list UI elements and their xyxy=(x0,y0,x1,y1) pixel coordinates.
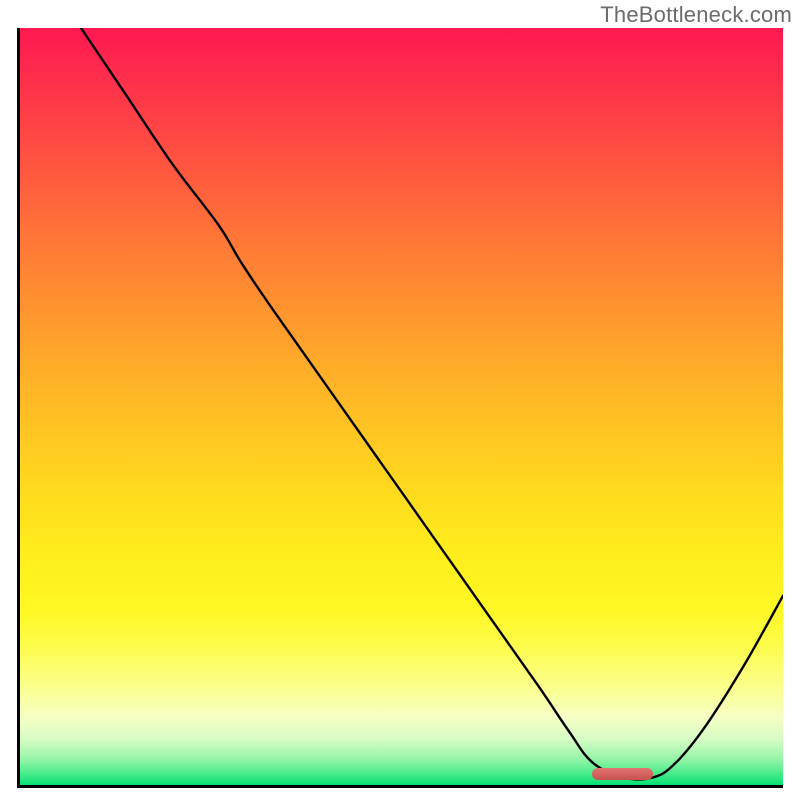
optimal-marker xyxy=(592,768,653,780)
watermark-text: TheBottleneck.com xyxy=(600,2,792,28)
bottleneck-curve xyxy=(20,28,783,785)
chart-canvas: TheBottleneck.com xyxy=(0,0,800,800)
plot-frame xyxy=(17,28,783,788)
